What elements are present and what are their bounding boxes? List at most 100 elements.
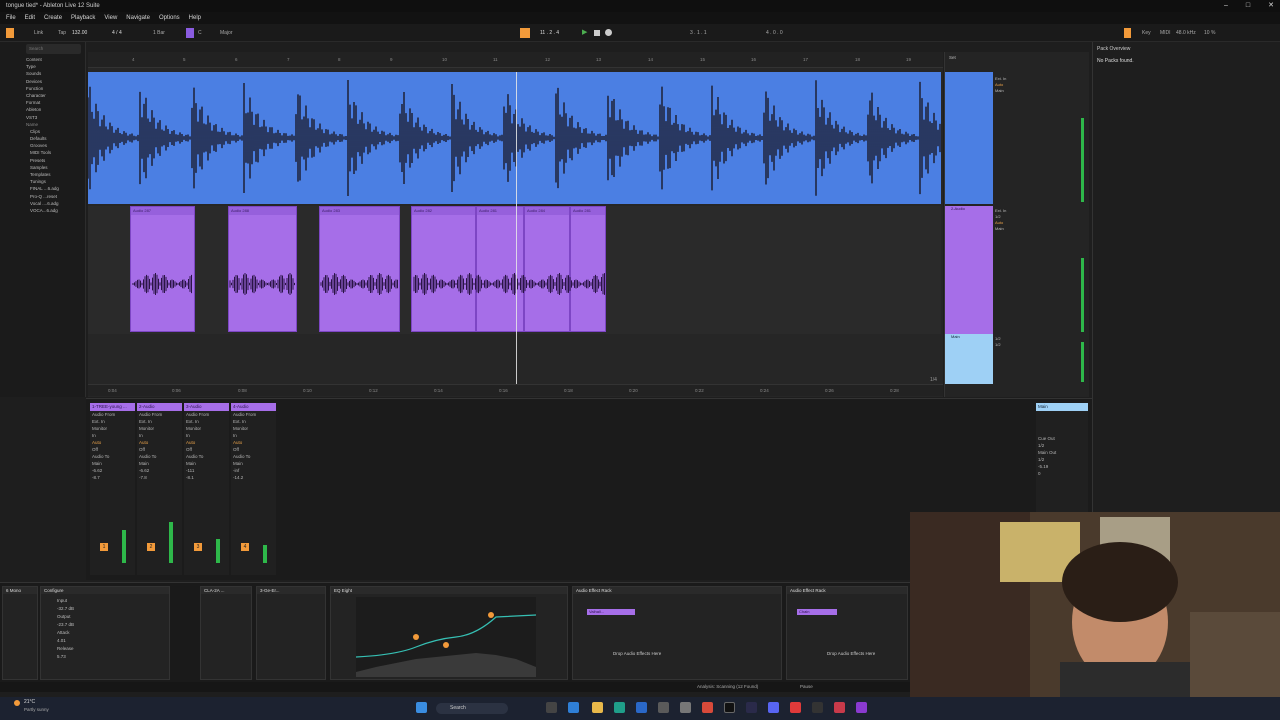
browser-item[interactable]: Defaults xyxy=(0,135,85,142)
device-audio-effect-rack[interactable]: Audio Effect Rack Valhall... Drop Audio … xyxy=(572,586,782,680)
maximize-icon[interactable]: □ xyxy=(1246,0,1250,12)
file-explorer-icon[interactable] xyxy=(592,702,603,713)
device-compressor[interactable]: Configure Input -32.7 dB Output -23.7 dB… xyxy=(40,586,170,680)
track-io-main[interactable]: 1/2 1/2 xyxy=(995,336,1001,348)
playhead[interactable] xyxy=(516,72,517,384)
track-activator[interactable]: 4 xyxy=(241,543,249,551)
track-activator[interactable]: 2 xyxy=(147,543,155,551)
drop-zone[interactable]: Drop Audio Effects Here xyxy=(613,651,661,656)
strip-title[interactable]: 3-Audio xyxy=(184,403,229,411)
eq-curve-display[interactable] xyxy=(356,597,536,677)
browser-section[interactable]: Function xyxy=(0,85,85,92)
task-view-icon[interactable] xyxy=(546,702,557,713)
monitor-in[interactable]: In xyxy=(90,432,135,439)
browser-list-header[interactable]: Name xyxy=(0,121,85,128)
menu-file[interactable]: File xyxy=(6,12,16,24)
menu-playback[interactable]: Playback xyxy=(71,12,95,24)
browser-item[interactable]: Tunings xyxy=(0,178,85,185)
param-value[interactable]: 4.01 xyxy=(57,637,153,645)
key-map-icon[interactable] xyxy=(1124,28,1131,38)
track-io-1[interactable]: Ext. In Auto Main xyxy=(995,76,1006,94)
loop-start[interactable]: 3 . 1 . 1 xyxy=(690,28,707,38)
rack-chain[interactable]: Valhall... xyxy=(587,609,635,615)
browser-section[interactable]: VST3 xyxy=(0,114,85,121)
edge-icon[interactable] xyxy=(568,702,579,713)
track-header-main[interactable]: Main xyxy=(945,334,993,384)
audio-track-2-lane[interactable]: Audio 287 Audio 288 Audio 283 Audio 282 … xyxy=(88,206,941,334)
set-label[interactable]: Set xyxy=(949,55,956,60)
audio-clip[interactable]: Audio 281 xyxy=(570,206,606,332)
monitor-auto[interactable]: Auto xyxy=(137,439,182,446)
discord-icon[interactable] xyxy=(768,702,779,713)
main-pan[interactable]: 0 xyxy=(1036,470,1088,477)
main-out-value[interactable]: 1/2 xyxy=(1036,456,1088,463)
quantize-select[interactable]: 1 Bar xyxy=(153,28,165,38)
browser-search-input[interactable]: Search xyxy=(26,44,81,54)
browser-section[interactable]: Format xyxy=(0,99,85,106)
play-button[interactable]: ▶ xyxy=(582,28,587,38)
device-mono[interactable]: 6 Mono xyxy=(2,586,38,680)
browser-item[interactable]: Grooves xyxy=(0,142,85,149)
close-icon[interactable]: ✕ xyxy=(1268,0,1274,12)
browser-item[interactable]: FINAL ...6.adg xyxy=(0,185,85,192)
record-button[interactable] xyxy=(605,29,612,36)
monitor-auto[interactable]: Auto xyxy=(231,439,276,446)
browser-item[interactable]: MIDI Tools xyxy=(0,149,85,156)
browser-item[interactable]: VOCA...6.adg xyxy=(0,207,85,214)
app-icon[interactable] xyxy=(790,702,801,713)
monitor-off[interactable]: Off xyxy=(137,446,182,453)
param-value[interactable]: -23.7 dB xyxy=(57,621,153,629)
browser-section[interactable]: Ableton xyxy=(0,106,85,113)
audio-clip[interactable]: Audio 283 xyxy=(319,206,400,332)
audio-from-select[interactable]: Ext. In xyxy=(90,418,135,425)
strip-title[interactable]: 4-Audio xyxy=(231,403,276,411)
audio-clip[interactable]: Audio 287 xyxy=(130,206,195,332)
app-icon[interactable] xyxy=(856,702,867,713)
monitor-auto[interactable]: Auto xyxy=(90,439,135,446)
windows-start-icon[interactable] xyxy=(416,702,427,713)
io-output[interactable]: Main xyxy=(995,88,1006,94)
scale-key[interactable]: C xyxy=(198,28,202,38)
volume-value[interactable]: -inf xyxy=(231,467,276,474)
link-button[interactable]: Link xyxy=(34,28,43,38)
device-audio-effect-rack-2[interactable]: Audio Effect Rack Chain Drop Audio Effec… xyxy=(786,586,908,680)
browser-item[interactable]: Clips xyxy=(0,128,85,135)
menu-create[interactable]: Create xyxy=(44,12,62,24)
app-icon[interactable] xyxy=(834,702,845,713)
app-icon[interactable] xyxy=(614,702,625,713)
strip-title[interactable]: 2-Audio xyxy=(137,403,182,411)
stop-button[interactable] xyxy=(594,30,600,36)
follow-icon[interactable] xyxy=(520,28,530,38)
monitor-in[interactable]: In xyxy=(184,432,229,439)
chrome-icon[interactable] xyxy=(702,702,713,713)
monitor-off[interactable]: Off xyxy=(184,446,229,453)
param-value[interactable]: 5.73 xyxy=(57,653,153,661)
grid-label[interactable]: 1/4 xyxy=(930,377,937,383)
app-icon[interactable] xyxy=(636,702,647,713)
volume-value[interactable]: -6.62 xyxy=(137,467,182,474)
audio-from-select[interactable]: Ext. In xyxy=(184,418,229,425)
track-header-1[interactable] xyxy=(945,72,993,204)
audio-clip[interactable]: Audio 282 xyxy=(411,206,476,332)
monitor-in[interactable]: In xyxy=(137,432,182,439)
audio-to-select[interactable]: Main xyxy=(184,460,229,467)
time-signature[interactable]: 4 / 4 xyxy=(112,28,122,38)
browser-section[interactable]: Type xyxy=(0,63,85,70)
taskbar-search[interactable]: Search xyxy=(436,703,508,714)
session-toggle-icon[interactable] xyxy=(6,28,14,38)
track-activator[interactable]: 1 xyxy=(100,543,108,551)
weather-icon[interactable] xyxy=(14,700,20,706)
audio-clip[interactable]: Audio 284 xyxy=(524,206,570,332)
audio-to-select[interactable]: Main xyxy=(231,460,276,467)
pause-button[interactable]: Pause xyxy=(800,682,813,692)
app-icon[interactable] xyxy=(746,702,757,713)
minimize-icon[interactable]: – xyxy=(1224,0,1228,12)
tempo-field[interactable]: 132.00 xyxy=(72,28,87,38)
app-icon[interactable] xyxy=(658,702,669,713)
audio-to-select[interactable]: Main xyxy=(90,460,135,467)
key-label[interactable]: Key xyxy=(1142,28,1151,38)
app-icon[interactable] xyxy=(812,702,823,713)
menu-edit[interactable]: Edit xyxy=(25,12,35,24)
menu-help[interactable]: Help xyxy=(189,12,201,24)
weather-desc[interactable]: Partly sunny xyxy=(24,707,49,712)
